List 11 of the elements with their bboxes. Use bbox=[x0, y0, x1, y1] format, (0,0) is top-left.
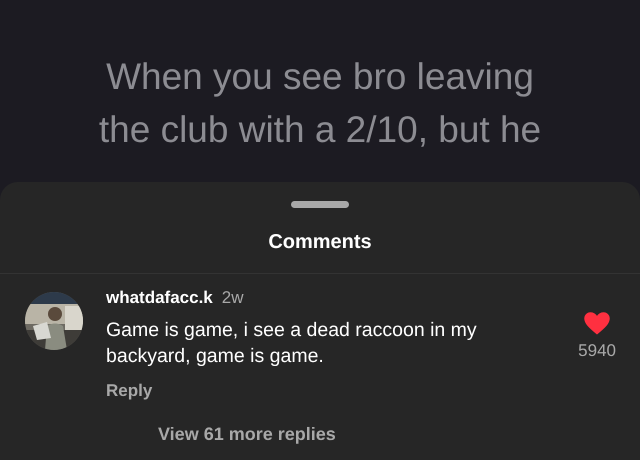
caption-text: When you see bro leaving bbox=[106, 55, 534, 99]
sheet-title: Comments bbox=[268, 231, 372, 254]
reply-link[interactable]: Reply bbox=[106, 381, 152, 401]
comment-time: 2w bbox=[222, 288, 244, 308]
view-replies-link[interactable]: View 61 more replies bbox=[158, 424, 336, 445]
comment-text: Game is game, i see a dead raccoon in my backyard, game is game. bbox=[106, 318, 478, 369]
drag-handle[interactable] bbox=[291, 201, 349, 208]
like-count: 5940 bbox=[578, 341, 616, 361]
heart-icon[interactable] bbox=[584, 312, 610, 335]
caption-text: the club with a 2/10, but he bbox=[98, 108, 542, 152]
username[interactable]: whatdafacc.k bbox=[106, 288, 213, 308]
